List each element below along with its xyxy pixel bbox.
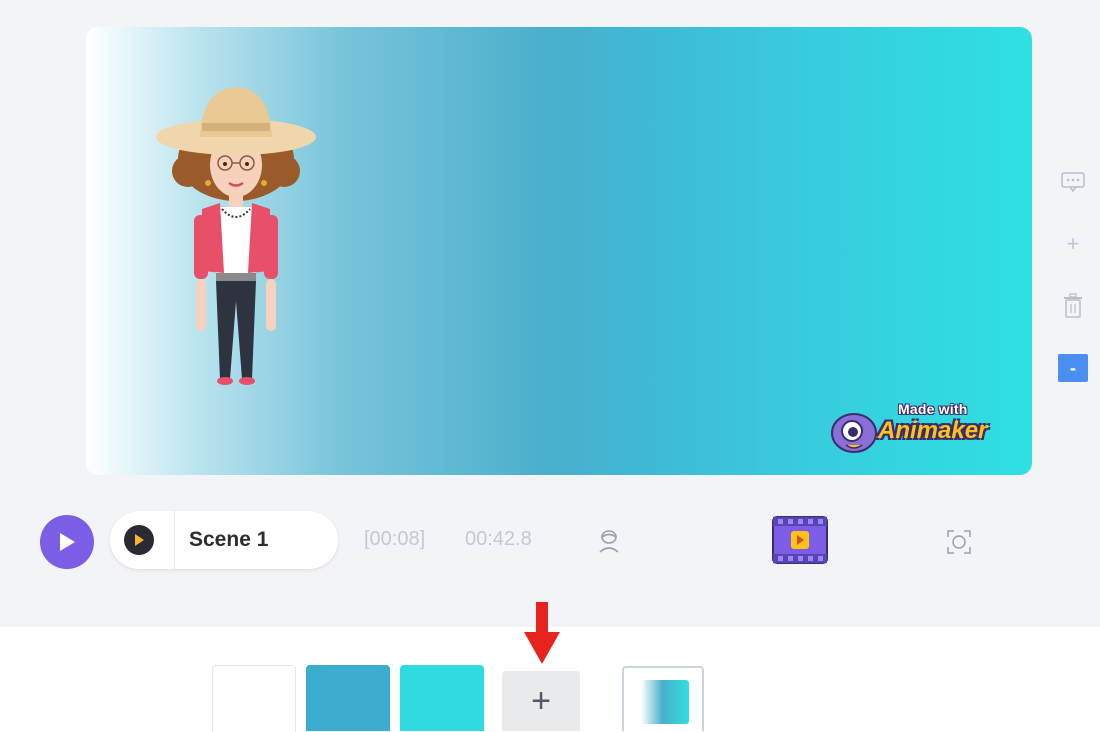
animaker-watermark: Made with Animaker bbox=[826, 399, 1006, 457]
swatch-gradient-selected[interactable] bbox=[622, 666, 704, 731]
play-icon bbox=[135, 534, 144, 546]
scene-selector[interactable]: Scene 1 bbox=[110, 511, 338, 569]
red-arrow-down-icon bbox=[524, 602, 560, 664]
play-icon bbox=[60, 533, 75, 551]
video-preview-icon[interactable] bbox=[772, 516, 828, 564]
fullscreen-focus-icon[interactable] bbox=[946, 529, 972, 555]
add-color-button[interactable]: + bbox=[502, 671, 580, 731]
scene-play-button[interactable] bbox=[124, 525, 154, 555]
animaker-mascot-icon bbox=[831, 413, 877, 453]
character-icon[interactable] bbox=[596, 528, 622, 554]
scene-duration: [00:08] bbox=[364, 528, 426, 550]
swatch-cyan[interactable] bbox=[400, 665, 484, 731]
comment-icon[interactable] bbox=[1056, 165, 1090, 199]
gradient-preview bbox=[641, 680, 689, 724]
watermark-line1: Made with bbox=[898, 401, 968, 417]
character-woman-with-hat[interactable] bbox=[154, 79, 316, 389]
scene-canvas[interactable]: Made with Animaker bbox=[86, 27, 1032, 475]
plus-icon[interactable]: + bbox=[1056, 227, 1090, 261]
swatch-white[interactable] bbox=[212, 665, 296, 732]
minus-icon[interactable]: - bbox=[1058, 354, 1088, 382]
workspace: Made with Animaker + - Scene 1 [00:08] 0… bbox=[0, 0, 1100, 627]
divider bbox=[174, 511, 175, 569]
watermark-line2: Animaker bbox=[878, 417, 988, 444]
scene-name: Scene 1 bbox=[189, 528, 269, 551]
trash-icon[interactable] bbox=[1056, 289, 1090, 323]
play-all-button[interactable] bbox=[40, 515, 94, 569]
swatch-blue[interactable] bbox=[306, 665, 390, 731]
total-time: 00:42.8 bbox=[465, 528, 532, 550]
